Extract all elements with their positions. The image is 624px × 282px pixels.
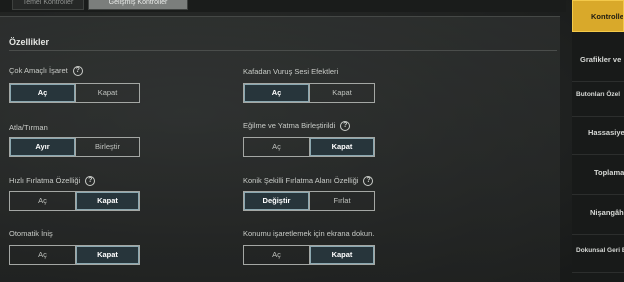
cone-throw-label: Konik Şekilli Fırlatma Alanı Özelliği? xyxy=(243,176,374,187)
cone-throw-option-throw[interactable]: Fırlat xyxy=(309,192,374,210)
quick-throw-option-on[interactable]: Aç xyxy=(10,192,75,210)
quick-throw-label: Hızlı Fırlatma Özelliği? xyxy=(9,176,96,187)
hit-sound-toggle: Aç Kapat xyxy=(243,83,375,103)
section-divider xyxy=(9,50,557,51)
auto-climb-option-off[interactable]: Kapat xyxy=(75,246,139,264)
sidebar-item-haptic[interactable]: Dokunsal Geri B xyxy=(572,229,624,273)
tap-mark-option-off[interactable]: Kapat xyxy=(309,246,374,264)
hit-sound-option-off[interactable]: Kapat xyxy=(309,84,374,102)
sidebar-item-controls[interactable]: Kontroller xyxy=(572,0,624,32)
top-tab-bar: Temel Kontroller Gelişmiş Kontroller xyxy=(0,0,566,12)
sidebar-item-sensitivity[interactable]: Hassasiye xyxy=(572,111,624,155)
peek-prone-label: Eğilme ve Yatma Birleştirildi? xyxy=(243,121,351,132)
multi-marker-option-off[interactable]: Kapat xyxy=(75,84,139,102)
cone-throw-option-change[interactable]: Değiştir xyxy=(244,192,309,210)
tap-mark-option-on[interactable]: Aç xyxy=(244,246,309,264)
jump-climb-toggle: Ayır Birleştir xyxy=(9,137,140,157)
multi-marker-option-on[interactable]: Aç xyxy=(10,84,75,102)
auto-climb-toggle: Aç Kapat xyxy=(9,245,140,265)
auto-climb-option-on[interactable]: Aç xyxy=(10,246,75,264)
hit-sound-option-on[interactable]: Aç xyxy=(244,84,309,102)
quick-throw-option-off[interactable]: Kapat xyxy=(75,192,139,210)
jump-climb-option-merge[interactable]: Birleştir xyxy=(75,138,139,156)
section-title: Özellikler xyxy=(9,37,50,47)
peek-prone-toggle: Aç Kapat xyxy=(243,137,375,157)
tap-mark-label: Konumu işaretlemek için ekrana dokun. xyxy=(243,229,375,238)
auto-climb-label: Otomatik İniş xyxy=(9,229,53,238)
tab-advanced-controls[interactable]: Gelişmiş Kontroller xyxy=(88,0,188,10)
info-icon[interactable]: ? xyxy=(72,66,83,77)
peek-prone-option-off[interactable]: Kapat xyxy=(309,138,374,156)
multi-marker-label: Çok Amaçlı İşaret? xyxy=(9,66,83,77)
hit-sound-label: Kafadan Vuruş Sesi Efektleri xyxy=(243,67,339,76)
jump-climb-option-separate[interactable]: Ayır xyxy=(10,138,75,156)
tap-mark-toggle: Aç Kapat xyxy=(243,245,375,265)
jump-climb-label: Atla/Tırman xyxy=(9,123,48,132)
info-icon[interactable]: ? xyxy=(340,121,351,132)
info-icon[interactable]: ? xyxy=(363,176,374,187)
sidebar-item-pickup[interactable]: Toplama xyxy=(572,151,624,195)
tab-basic-controls[interactable]: Temel Kontroller xyxy=(12,0,84,10)
multi-marker-toggle: Aç Kapat xyxy=(9,83,140,103)
info-icon[interactable]: ? xyxy=(85,176,96,187)
peek-prone-option-on[interactable]: Aç xyxy=(244,138,309,156)
quick-throw-toggle: Aç Kapat xyxy=(9,191,140,211)
cone-throw-toggle: Değiştir Fırlat xyxy=(243,191,375,211)
